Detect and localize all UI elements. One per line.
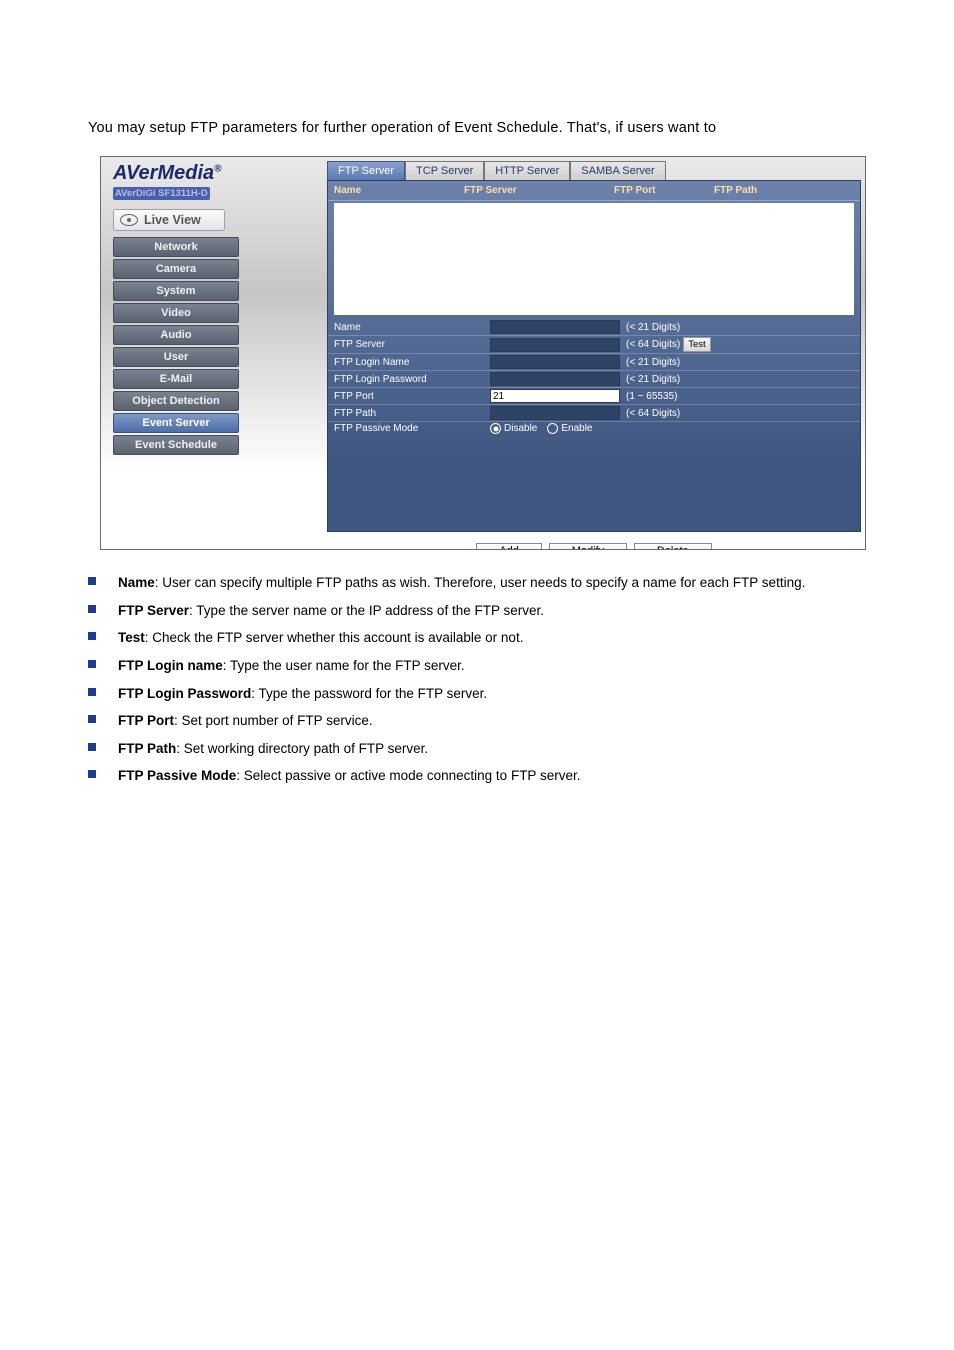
sidebar-item-object-detection[interactable]: Object Detection <box>113 391 239 411</box>
bullet-square-icon <box>88 632 96 640</box>
live-view-button[interactable]: Live View <box>113 209 225 231</box>
modify-button[interactable]: Modify <box>549 543 627 550</box>
name-input[interactable] <box>490 320 620 334</box>
bullet-square-icon <box>88 660 96 668</box>
sidebar-item-user[interactable]: User <box>113 347 239 367</box>
bullet-square-icon <box>88 743 96 751</box>
ftp-login-password-input[interactable] <box>490 372 620 386</box>
add-button[interactable]: Add <box>476 543 542 550</box>
bullet-item: FTP Login name: Type the user name for t… <box>88 653 866 679</box>
ftp-path-input[interactable] <box>490 406 620 420</box>
form-row-name: Name(< 21 Digits) <box>328 319 860 335</box>
bullet-item: FTP Server: Type the server name or the … <box>88 598 866 624</box>
delete-button[interactable]: Delete <box>634 543 712 550</box>
bullet-item: Test: Check the FTP server whether this … <box>88 625 866 651</box>
sidebar-item-e-mail[interactable]: E-Mail <box>113 369 239 389</box>
intro-paragraph: You may setup FTP parameters for further… <box>0 120 954 144</box>
brand-sub: AVerDiGi SF1311H-D <box>113 187 210 200</box>
form-row-ftp-path: FTP Path(< 64 Digits) <box>328 404 860 421</box>
bullet-square-icon <box>88 770 96 778</box>
tab-samba-server[interactable]: SAMBA Server <box>570 161 665 180</box>
bullet-item: FTP Path: Set working directory path of … <box>88 736 866 762</box>
passive-disable-radio[interactable]: Disable <box>490 423 537 434</box>
bullet-item: FTP Port: Set port number of FTP service… <box>88 708 866 734</box>
brand-logo: AVerMedia® <box>113 163 313 183</box>
sidebar-item-audio[interactable]: Audio <box>113 325 239 345</box>
tab-ftp-server[interactable]: FTP Server <box>327 161 405 180</box>
passive-enable-radio[interactable]: Enable <box>547 423 592 434</box>
bullet-item: FTP Login Password: Type the password fo… <box>88 681 866 707</box>
bullet-item: Name: User can specify multiple FTP path… <box>88 570 866 596</box>
sidebar-item-camera[interactable]: Camera <box>113 259 239 279</box>
bullet-square-icon <box>88 605 96 613</box>
bullet-square-icon <box>88 577 96 585</box>
test-button[interactable]: Test <box>683 337 710 352</box>
form-row-ftp-server: FTP Server(< 64 Digits)Test <box>328 335 860 353</box>
bullet-item: FTP Passive Mode: Select passive or acti… <box>88 763 866 789</box>
form-row-ftp-port: FTP Port(1 ~ 65535) <box>328 387 860 404</box>
sidebar-item-event-server[interactable]: Event Server <box>113 413 239 433</box>
eye-icon <box>120 214 138 226</box>
ftp-server-input[interactable] <box>490 338 620 352</box>
tab-tcp-server[interactable]: TCP Server <box>405 161 484 180</box>
bullet-square-icon <box>88 715 96 723</box>
sidebar-item-system[interactable]: System <box>113 281 239 301</box>
ftp-login-name-input[interactable] <box>490 355 620 369</box>
sidebar-item-event-schedule[interactable]: Event Schedule <box>113 435 239 455</box>
tab-http-server[interactable]: HTTP Server <box>484 161 570 180</box>
form-row-ftp-login-password: FTP Login Password(< 21 Digits) <box>328 370 860 387</box>
form-row-ftp-login-name: FTP Login Name(< 21 Digits) <box>328 353 860 370</box>
ftp-port-input[interactable] <box>490 389 620 403</box>
bullet-square-icon <box>88 688 96 696</box>
ftp-passive-row: FTP Passive Mode DisableEnable <box>328 421 860 435</box>
screenshot-area: AVerMedia® AVerDiGi SF1311H-D Live View … <box>100 156 866 550</box>
sidebar-item-network[interactable]: Network <box>113 237 239 257</box>
table-header: Name FTP Server FTP Port FTP Path <box>328 181 860 201</box>
sidebar-item-video[interactable]: Video <box>113 303 239 323</box>
server-listbox[interactable] <box>334 203 854 315</box>
